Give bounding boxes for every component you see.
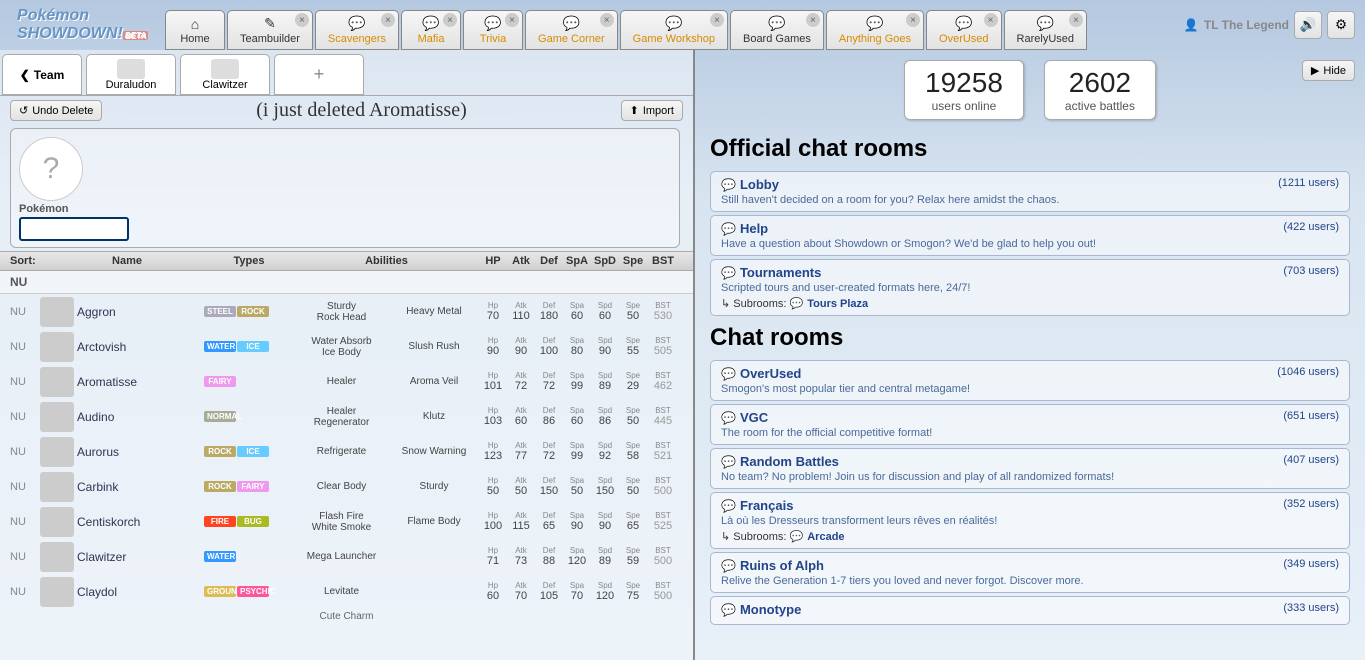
pokemon-label: Pokémon — [19, 203, 69, 215]
tab-board[interactable]: 💬Board Games× — [730, 10, 824, 50]
close-icon[interactable]: × — [710, 13, 724, 27]
tab-teambuilder[interactable]: ✎Teambuilder× — [227, 10, 313, 50]
sort-label: Sort: — [10, 255, 50, 267]
sort-spe[interactable]: Spe — [619, 255, 647, 267]
mascot-left — [834, 60, 884, 120]
logo[interactable]: PokémonSHOWDOWN!BETA — [0, 0, 165, 50]
chat-rooms: 💬OverUsed(1046 users)Smogon's most popul… — [710, 360, 1350, 625]
undo-delete-button[interactable]: ↺ Undo Delete — [10, 100, 102, 121]
tab-ru[interactable]: 💬RarelyUsed× — [1004, 10, 1087, 50]
sort-types[interactable]: Types — [204, 255, 294, 267]
sort-hp[interactable]: HP — [479, 255, 507, 267]
main-tabs: ⌂Home✎Teambuilder×💬Scavengers×💬Mafia×💬Tr… — [165, 0, 1174, 50]
mascot-right — [1176, 60, 1226, 120]
tab-workshop[interactable]: 💬Game Workshop× — [620, 10, 728, 50]
dex-row[interactable]: NUClaydolGroundPsychicLevitateHp60Atk70D… — [0, 574, 693, 609]
close-icon[interactable]: × — [295, 13, 309, 27]
official-rooms: 💬Lobby(1211 users)Still haven't decided … — [710, 171, 1350, 316]
room-card[interactable]: 💬Lobby(1211 users)Still haven't decided … — [710, 171, 1350, 212]
sort-abilities[interactable]: Abilities — [294, 255, 479, 267]
chat-rooms-header: Chat rooms — [710, 324, 1350, 352]
sort-spa[interactable]: SpA — [563, 255, 591, 267]
tab-scavengers[interactable]: 💬Scavengers× — [315, 10, 399, 50]
username[interactable]: TL The Legend — [1204, 18, 1289, 32]
active-battles-box: 2602 active battles — [1044, 60, 1156, 120]
back-to-team[interactable]: ❮ Team — [2, 54, 82, 95]
close-icon[interactable]: × — [600, 13, 614, 27]
settings-button[interactable]: ⚙ — [1327, 11, 1355, 39]
tier-header: NU — [0, 271, 693, 294]
stats-row: 19258 users online 2602 active battles — [710, 60, 1350, 120]
home-pane: ▶ Hide 19258 users online 2602 active ba… — [695, 50, 1365, 660]
dex-row[interactable]: NUAurorusRockIceRefrigerateSnow WarningH… — [0, 434, 693, 469]
room-card[interactable]: 💬Ruins of Alph(349 users)Relive the Gene… — [710, 552, 1350, 593]
close-icon[interactable]: × — [381, 13, 395, 27]
room-card[interactable]: 💬Tournaments(703 users)Scripted tours an… — [710, 259, 1350, 316]
sort-bst[interactable]: BST — [647, 255, 679, 267]
dex-row[interactable]: NUAggronSteelRockSturdyRock HeadHeavy Me… — [0, 294, 693, 329]
team-slot-2[interactable]: Clawitzer — [180, 54, 270, 95]
dex-row[interactable]: NUClawitzerWaterMega LauncherHp71Atk73De… — [0, 539, 693, 574]
pokemon-portrait: ? — [19, 137, 83, 201]
header: PokémonSHOWDOWN!BETA ⌂Home✎Teambuilder×💬… — [0, 0, 1365, 50]
users-online-box: 19258 users online — [904, 60, 1024, 120]
close-icon[interactable]: × — [906, 13, 920, 27]
room-card[interactable]: 💬Monotype(333 users) — [710, 596, 1350, 625]
room-card[interactable]: 💬Random Battles(407 users)No team? No pr… — [710, 448, 1350, 489]
tab-ou[interactable]: 💬OverUsed× — [926, 10, 1002, 50]
teambuilder-pane: ❮ Team Duraludon Clawitzer + ↺ Undo Dele… — [0, 50, 695, 660]
dex-row[interactable]: NUCarbinkRockFairyClear BodySturdyHp50At… — [0, 469, 693, 504]
sort-spd[interactable]: SpD — [591, 255, 619, 267]
tab-trivia[interactable]: 💬Trivia× — [463, 10, 523, 50]
tab-mafia[interactable]: 💬Mafia× — [401, 10, 461, 50]
add-slot[interactable]: + — [274, 54, 364, 95]
team-tabs: ❮ Team Duraludon Clawitzer + — [0, 50, 693, 96]
sort-name[interactable]: Name — [50, 255, 204, 267]
close-icon[interactable]: × — [984, 13, 998, 27]
sort-row: Sort: Name Types Abilities HP Atk Def Sp… — [0, 251, 693, 271]
dex-list: NUAggronSteelRockSturdyRock HeadHeavy Me… — [0, 294, 693, 609]
official-rooms-header: Official chat rooms — [710, 135, 1350, 163]
delete-note: (i just deleted Aromatisse) — [117, 99, 605, 122]
tab-corner[interactable]: 💬Game Corner× — [525, 10, 618, 50]
room-card[interactable]: 💬Français(352 users)Là où les Dresseurs … — [710, 492, 1350, 549]
close-icon[interactable]: × — [806, 13, 820, 27]
import-button[interactable]: ⬆ Import — [621, 100, 683, 121]
close-icon[interactable]: × — [1069, 13, 1083, 27]
room-card[interactable]: 💬Help(422 users)Have a question about Sh… — [710, 215, 1350, 256]
topbar: ↺ Undo Delete (i just deleted Aromatisse… — [0, 96, 693, 125]
user-icon: 👤 — [1184, 18, 1199, 32]
sort-def[interactable]: Def — [535, 255, 563, 267]
team-slot-1[interactable]: Duraludon — [86, 54, 176, 95]
dex-row[interactable]: NUAudinoNormalHealerRegeneratorKlutzHp10… — [0, 399, 693, 434]
close-icon[interactable]: × — [505, 13, 519, 27]
pokemon-card: ? Pokémon — [10, 128, 680, 248]
dex-row[interactable]: NUCentiskorchFireBugFlash FireWhite Smok… — [0, 504, 693, 539]
room-card[interactable]: 💬VGC(651 users)The room for the official… — [710, 404, 1350, 445]
dex-row[interactable]: NUArctovishWaterIceWater AbsorbIce BodyS… — [0, 329, 693, 364]
tab-ag[interactable]: 💬Anything Goes× — [826, 10, 924, 50]
pokemon-input[interactable] — [19, 217, 129, 241]
room-card[interactable]: 💬OverUsed(1046 users)Smogon's most popul… — [710, 360, 1350, 401]
userbar: 👤 TL The Legend 🔊 ⚙ — [1174, 0, 1365, 50]
tab-home[interactable]: ⌂Home — [165, 10, 225, 50]
main: ❮ Team Duraludon Clawitzer + ↺ Undo Dele… — [0, 50, 1365, 660]
dex-row[interactable]: NUAromatisseFairyHealerAroma VeilHp101At… — [0, 364, 693, 399]
sound-button[interactable]: 🔊 — [1294, 11, 1322, 39]
sort-atk[interactable]: Atk — [507, 255, 535, 267]
close-icon[interactable]: × — [443, 13, 457, 27]
